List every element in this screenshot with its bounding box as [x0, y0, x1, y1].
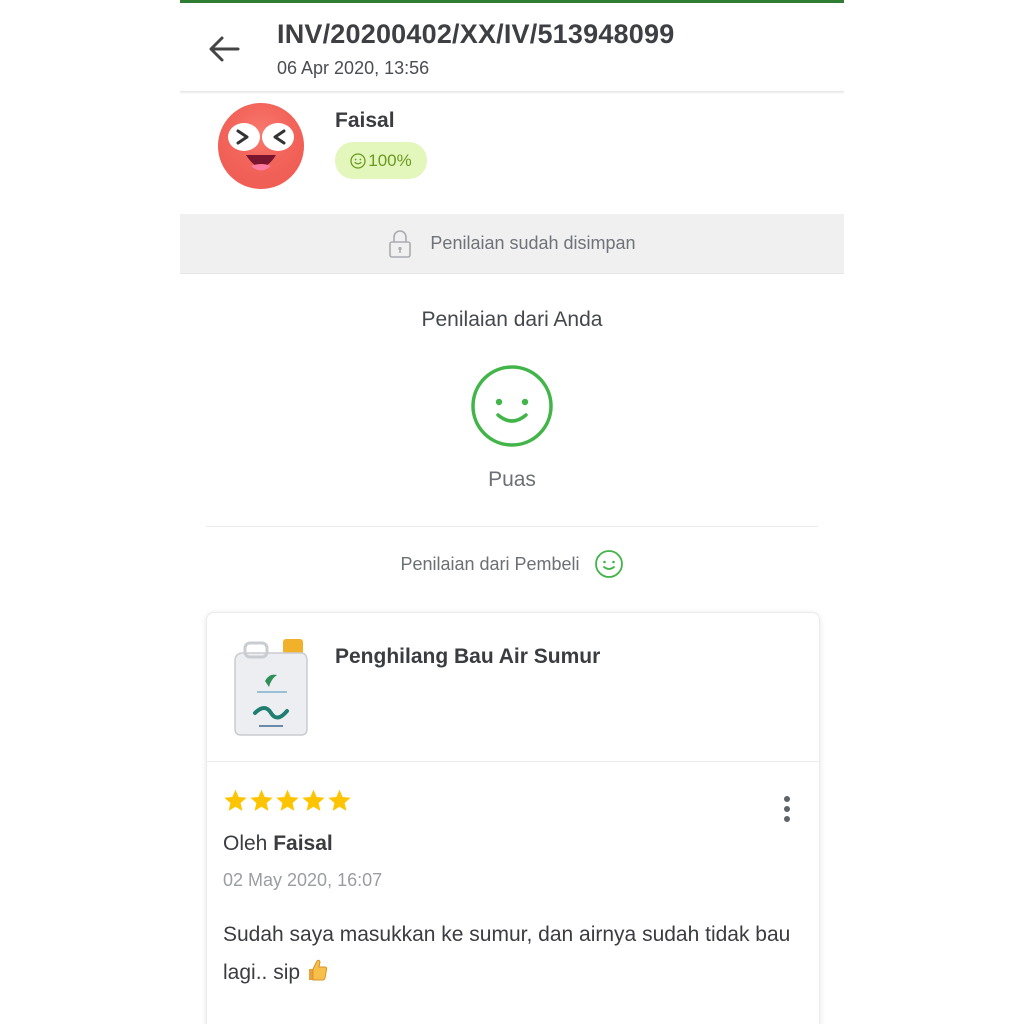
buyer-rating-row: Penilaian dari Pembeli: [180, 548, 844, 580]
review-author: Faisal: [273, 832, 333, 855]
star-icon: [328, 789, 351, 811]
review-by-prefix: Oleh: [223, 832, 268, 855]
reputation-badge: 100%: [335, 142, 427, 179]
star-icon: [276, 789, 299, 811]
smile-icon: [350, 152, 366, 169]
review-date: 02 May 2020, 16:07: [223, 870, 383, 890]
star-icon: [250, 789, 273, 811]
card-divider: [207, 761, 819, 762]
star-icon: [224, 789, 247, 811]
smile-icon: [594, 550, 623, 578]
arrow-left-icon: [209, 36, 240, 62]
buyer-rating-label: Penilaian dari Pembeli: [400, 553, 580, 574]
buyer-avatar: [218, 103, 304, 189]
saved-notice: Penilaian sudah disimpan: [180, 214, 844, 274]
review-detail-screen: INV/20200402/XX/IV/513948099 06 Apr 2020…: [180, 0, 844, 1024]
smile-icon: [471, 365, 553, 447]
product-name[interactable]: Penghilang Bau Air Sumur: [335, 645, 600, 669]
your-rating-label: Penilaian dari Anda: [421, 308, 603, 331]
product-image[interactable]: [231, 637, 311, 737]
star-icon: [302, 789, 325, 811]
invoice-number: INV/20200402/XX/IV/513948099: [277, 19, 675, 49]
more-vertical-icon: [784, 796, 790, 822]
header: INV/20200402/XX/IV/513948099 06 Apr 2020…: [180, 3, 844, 91]
your-rating-value: Puas: [488, 468, 536, 491]
reputation-percent: 100%: [368, 150, 412, 170]
thumbs-up-emoji: [308, 959, 327, 981]
review-author-line: Oleh Faisal: [223, 832, 333, 856]
star-rating: [223, 788, 352, 813]
review-text-block: Sudah saya masukkan ke sumur, dan airnya…: [223, 916, 803, 992]
header-shadow: [180, 91, 844, 94]
divider: [206, 526, 818, 527]
buyer-name: Faisal: [335, 109, 395, 132]
review-card: Penghilang Bau Air Sumur Oleh Faisal 02 …: [206, 612, 820, 1024]
back-button[interactable]: [202, 29, 246, 69]
invoice-date: 06 Apr 2020, 13:56: [277, 58, 430, 78]
saved-notice-text: Penilaian sudah disimpan: [430, 233, 636, 253]
lock-icon: [389, 229, 412, 258]
review-menu-button[interactable]: [775, 793, 799, 827]
